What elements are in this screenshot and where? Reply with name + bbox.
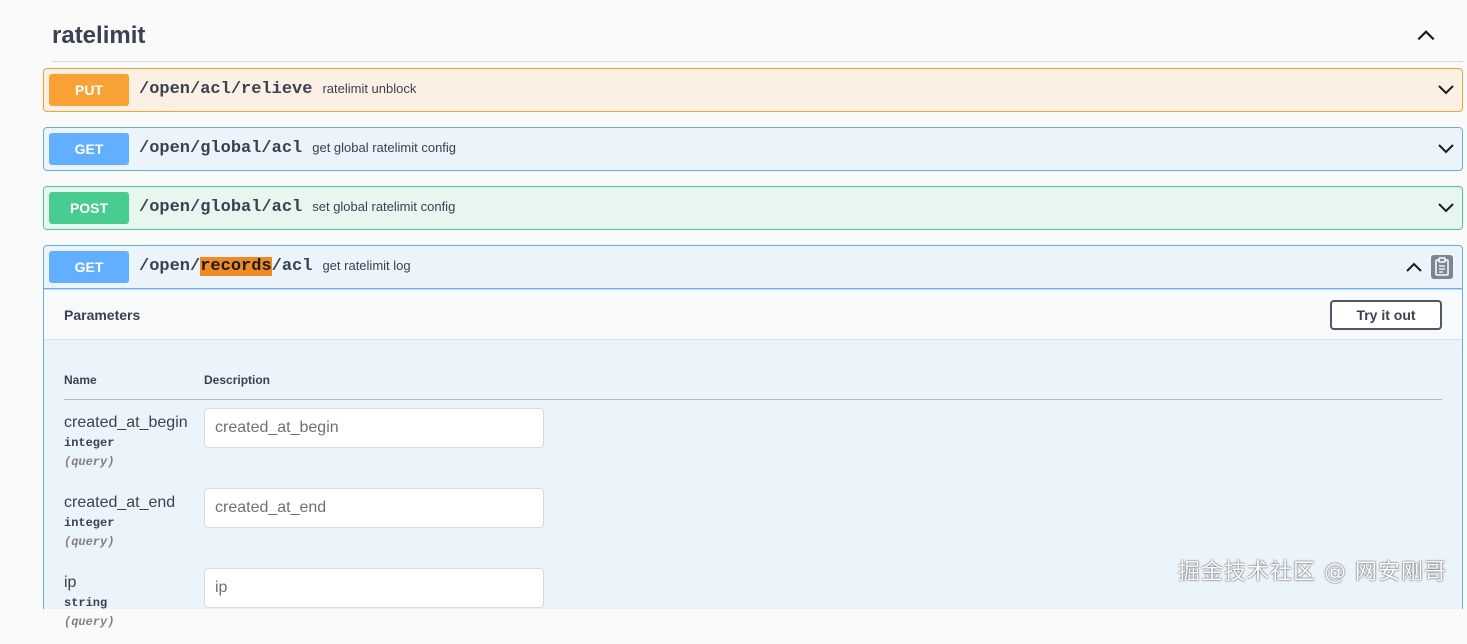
- operation-description: get global ratelimit config: [312, 140, 457, 155]
- chevron-down-icon[interactable]: [1436, 198, 1456, 218]
- section-title: ratelimit: [52, 22, 146, 49]
- created-at-begin-input[interactable]: [204, 408, 544, 448]
- operation-summary[interactable]: POST /open/global/acl set global ratelimi…: [44, 187, 1462, 229]
- parameter-type: string: [64, 596, 108, 610]
- parameters-header: Parameters Try it out: [44, 289, 1462, 340]
- parameter-name: ip: [64, 574, 77, 591]
- operation-description: set global ratelimit config: [312, 199, 456, 214]
- operation-path: /open/records/acl get ratelimit log: [139, 257, 411, 276]
- section-header-ratelimit[interactable]: ratelimit: [52, 14, 1463, 62]
- search-highlight: records: [200, 257, 272, 276]
- watermark-text: 掘金技术社区 @ 网安刚哥: [1178, 560, 1447, 585]
- created-at-end-input[interactable]: [204, 488, 544, 528]
- clipboard-icon: [1435, 257, 1449, 276]
- chevron-down-icon[interactable]: [1436, 139, 1456, 159]
- method-badge-get: GET: [49, 251, 129, 283]
- operation-get-records-acl: GET /open/records/acl get ratelimit log: [43, 245, 1463, 289]
- operation-summary[interactable]: GET /open/global/acl get global ratelimit…: [44, 128, 1462, 170]
- operation-get-global-acl: GET /open/global/acl get global ratelimit…: [43, 127, 1463, 171]
- operation-post-global-acl: POST /open/global/acl set global ratelimi…: [43, 186, 1463, 230]
- operation-path: /open/acl/relieve ratelimit unblock: [139, 80, 417, 99]
- parameter-row: created_at_begin integer (query): [64, 408, 1442, 484]
- operation-description: ratelimit unblock: [322, 81, 417, 96]
- column-header-name: Name: [64, 373, 97, 387]
- parameters-title: Parameters: [64, 307, 141, 323]
- chevron-down-icon[interactable]: [1436, 80, 1456, 100]
- header-divider: [64, 399, 1442, 400]
- method-badge-post: POST: [49, 192, 129, 224]
- copy-to-clipboard-button[interactable]: [1431, 255, 1453, 279]
- try-it-out-button[interactable]: Try it out: [1330, 300, 1442, 330]
- chevron-up-icon[interactable]: [1415, 24, 1437, 46]
- ip-input[interactable]: [204, 568, 544, 608]
- parameter-type: integer: [64, 436, 115, 450]
- parameter-location: (query): [64, 455, 115, 469]
- column-header-description: Description: [204, 373, 271, 387]
- parameter-name: created_at_end: [64, 494, 176, 511]
- chevron-up-icon[interactable]: [1404, 257, 1424, 277]
- operation-put-acl-relieve: PUT /open/acl/relieve ratelimit unblock: [43, 68, 1463, 112]
- method-badge-put: PUT: [49, 74, 129, 106]
- operation-description: get ratelimit log: [322, 258, 411, 273]
- operation-summary[interactable]: PUT /open/acl/relieve ratelimit unblock: [44, 69, 1462, 111]
- parameter-location: (query): [64, 535, 115, 549]
- parameter-name: created_at_begin: [64, 414, 188, 431]
- operation-path: /open/global/acl get global ratelimit con…: [139, 139, 457, 158]
- method-badge-get: GET: [49, 133, 129, 165]
- operation-path: /open/global/acl set global ratelimit con…: [139, 198, 456, 217]
- parameter-location: (query): [64, 615, 115, 629]
- operation-summary[interactable]: GET /open/records/acl get ratelimit log: [44, 246, 1462, 288]
- parameter-type: integer: [64, 516, 115, 530]
